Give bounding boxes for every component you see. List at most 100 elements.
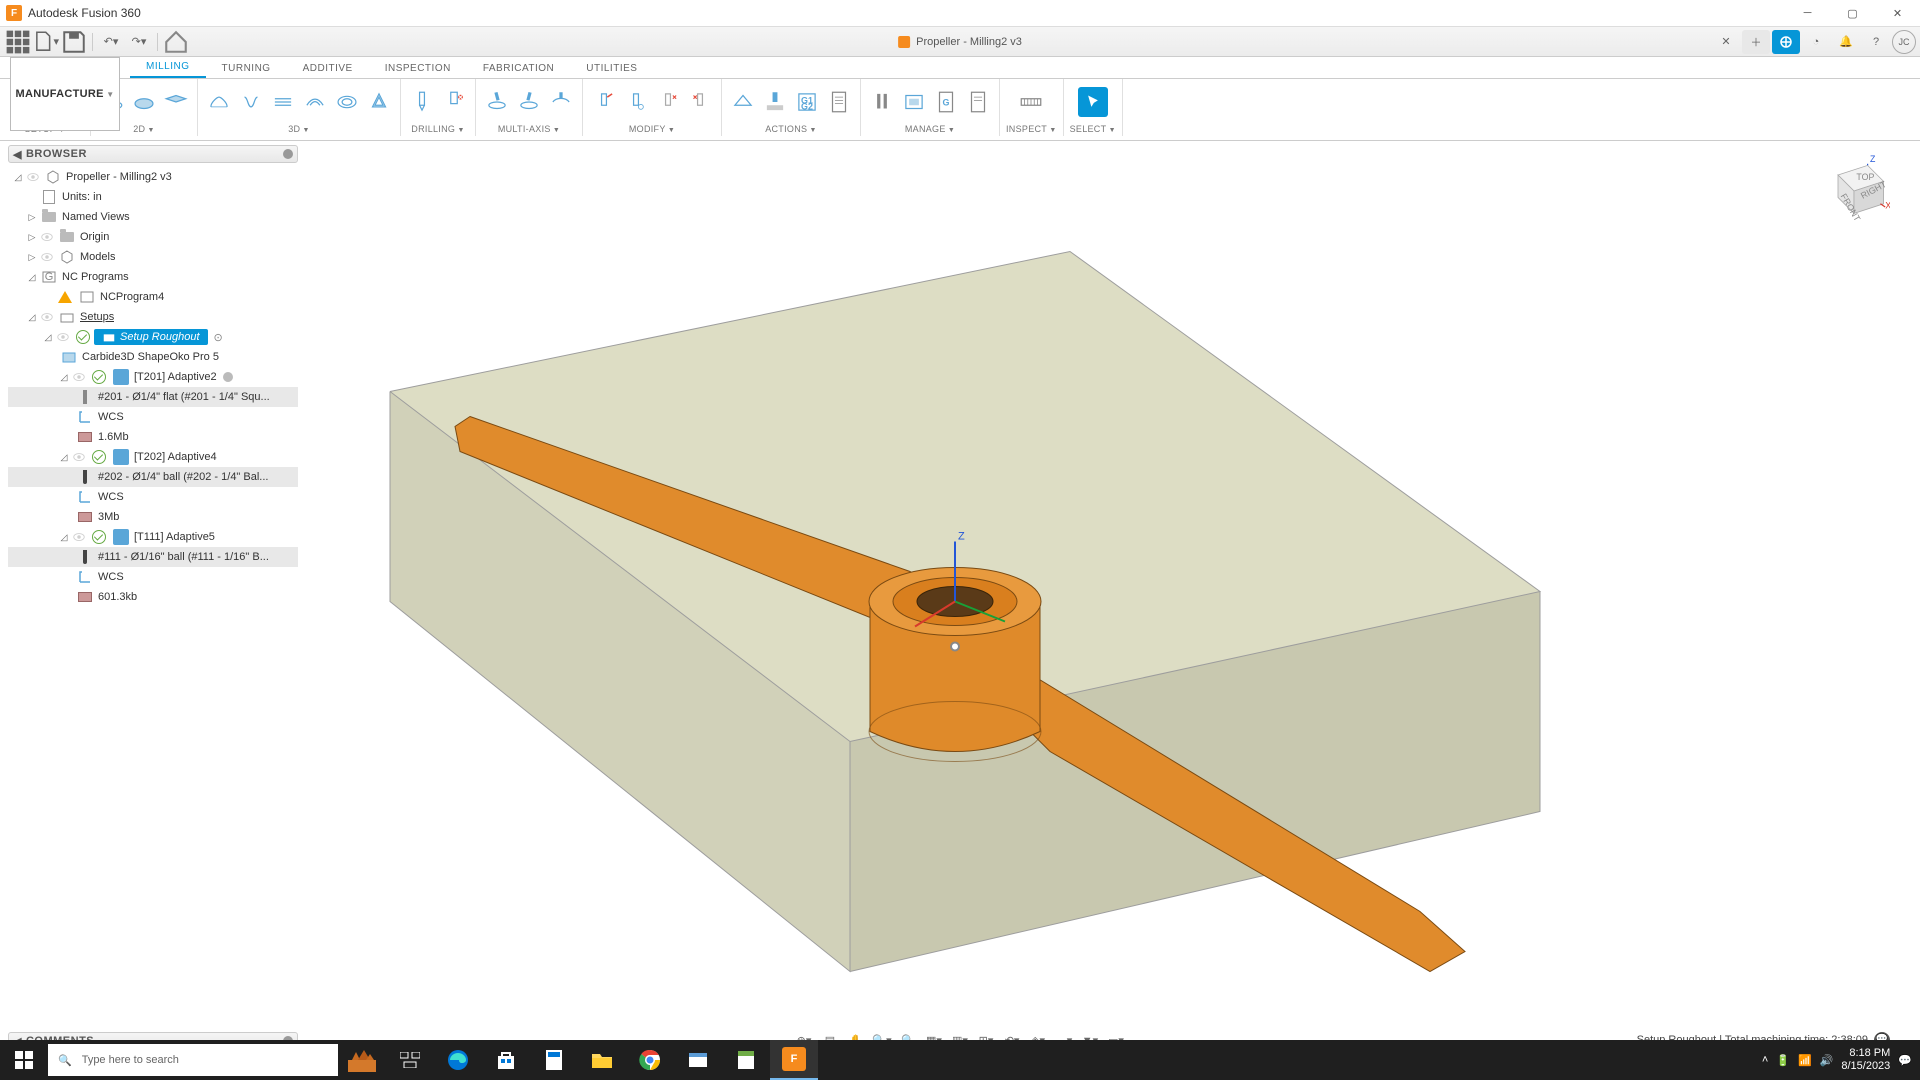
tray-battery-icon[interactable]: 🔋 — [1776, 1054, 1790, 1067]
ribbon-label-drilling[interactable]: DRILLING — [411, 124, 464, 134]
2d-pocket-icon[interactable] — [129, 87, 159, 117]
tab-inspection[interactable]: INSPECTION — [369, 59, 467, 78]
generate-icon[interactable] — [728, 87, 758, 117]
tab-milling[interactable]: MILLING — [130, 57, 206, 78]
taskbar-store[interactable] — [482, 1040, 530, 1080]
drill-icon[interactable] — [407, 87, 437, 117]
3d-adaptive-icon[interactable] — [204, 87, 234, 117]
notifications-button[interactable]: 🔔 — [1832, 30, 1860, 54]
taskbar-weather[interactable] — [338, 1040, 386, 1080]
taskbar-taskview[interactable] — [386, 1040, 434, 1080]
view-cube[interactable]: Z TOP FRONT RIGHT X — [1810, 151, 1890, 231]
multiaxis-flow-icon[interactable] — [546, 87, 576, 117]
new-tab-button[interactable]: ＋ — [1742, 30, 1770, 54]
tree-op3-wcs[interactable]: WCS — [8, 567, 298, 587]
taskbar-edge[interactable] — [434, 1040, 482, 1080]
taskbar-search[interactable]: 🔍Type here to search — [48, 1044, 338, 1076]
tree-root[interactable]: ◿Propeller - Milling2 v3 — [8, 167, 298, 187]
ribbon-label-actions[interactable]: ACTIONS — [765, 124, 817, 134]
select-icon[interactable] — [1078, 87, 1108, 117]
ribbon-label-multiaxis[interactable]: MULTI-AXIS — [498, 124, 560, 134]
2d-face-icon[interactable] — [161, 87, 191, 117]
tree-op2-tool[interactable]: #202 - Ø1/4" ball (#202 - 1/4" Bal... — [8, 467, 298, 487]
tree-named-views[interactable]: ▷Named Views — [8, 207, 298, 227]
profile-button[interactable]: JC — [1892, 30, 1916, 54]
tray-clock[interactable]: 8:18 PM8/15/2023 — [1841, 1047, 1890, 1073]
hole-recognition-icon[interactable] — [439, 87, 469, 117]
tree-op3[interactable]: ◿[T111] Adaptive5 — [8, 527, 298, 547]
tree-op2-wcs[interactable]: WCS — [8, 487, 298, 507]
browser-settings-icon[interactable] — [283, 149, 293, 159]
tree-op3-tool[interactable]: #111 - Ø1/16" ball (#111 - 1/16" B... — [8, 547, 298, 567]
3d-contour-icon[interactable] — [332, 87, 362, 117]
tree-origin[interactable]: ▷Origin — [8, 227, 298, 247]
browser-header[interactable]: ◀BROWSER — [8, 145, 298, 163]
task-manager-icon[interactable] — [963, 87, 993, 117]
save-button[interactable] — [61, 29, 87, 55]
redo-button[interactable]: ↷▾ — [126, 29, 152, 55]
tray-volume-icon[interactable]: 🔊 — [1820, 1054, 1834, 1067]
tab-additive[interactable]: ADDITIVE — [287, 59, 369, 78]
modify-toolpath-icon[interactable] — [653, 87, 683, 117]
modify-delete-icon[interactable] — [685, 87, 715, 117]
modify-tool-icon[interactable] — [589, 87, 619, 117]
tree-units[interactable]: Units: in — [8, 187, 298, 207]
3d-ramp-icon[interactable] — [364, 87, 394, 117]
ribbon-label-select[interactable]: SELECT — [1070, 124, 1116, 134]
taskbar-calculator[interactable] — [530, 1040, 578, 1080]
tree-op3-size[interactable]: 601.3kb — [8, 587, 298, 607]
tab-turning[interactable]: TURNING — [206, 59, 287, 78]
job-status-button[interactable]: ◔ — [1802, 30, 1830, 54]
tree-setups[interactable]: ◿Setups — [8, 307, 298, 327]
ribbon-label-3d[interactable]: 3D — [288, 124, 310, 134]
multiaxis-contour-icon[interactable] — [514, 87, 544, 117]
close-button[interactable]: ✕ — [1875, 0, 1920, 27]
tree-machine[interactable]: Carbide3D ShapeOko Pro 5 — [8, 347, 298, 367]
tree-op2[interactable]: ◿[T202] Adaptive4 — [8, 447, 298, 467]
system-tray[interactable]: ˄ 🔋 📶 🔊 8:18 PM8/15/2023 💬 — [1762, 1047, 1920, 1073]
tree-models[interactable]: ▷Models — [8, 247, 298, 267]
tree-op2-size[interactable]: 3Mb — [8, 507, 298, 527]
tree-ncprogram4[interactable]: NCProgram4 — [8, 287, 298, 307]
home-button[interactable] — [163, 29, 189, 55]
taskbar-app2[interactable] — [722, 1040, 770, 1080]
taskbar-explorer[interactable] — [578, 1040, 626, 1080]
minimize-button[interactable]: ─ — [1785, 0, 1830, 27]
tray-chevron-icon[interactable]: ˄ — [1762, 1054, 1768, 1066]
data-panel-button[interactable] — [5, 29, 31, 55]
setup-sheet-icon[interactable] — [824, 87, 854, 117]
ribbon-label-modify[interactable]: MODIFY — [629, 124, 675, 134]
tray-notifications-icon[interactable]: 💬 — [1898, 1054, 1912, 1067]
workspace-selector[interactable]: MANUFACTURE — [10, 57, 120, 131]
simulate-icon[interactable] — [760, 87, 790, 117]
taskbar-app1[interactable] — [674, 1040, 722, 1080]
tree-op1-wcs[interactable]: WCS — [8, 407, 298, 427]
post-process-icon[interactable]: G1G2 — [792, 87, 822, 117]
taskbar-chrome[interactable] — [626, 1040, 674, 1080]
tree-op1[interactable]: ◿[T201] Adaptive2 — [8, 367, 298, 387]
ribbon-label-manage[interactable]: MANAGE — [905, 124, 955, 134]
ribbon-label-2d[interactable]: 2D — [133, 124, 155, 134]
tree-setup-roughout[interactable]: ◿Setup Roughout⊙ — [8, 327, 298, 347]
measure-icon[interactable] — [1016, 87, 1046, 117]
start-button[interactable] — [0, 1040, 48, 1080]
extensions-button[interactable] — [1772, 30, 1800, 54]
3d-horizontal-icon[interactable] — [268, 87, 298, 117]
3d-parallel-icon[interactable] — [300, 87, 330, 117]
maximize-button[interactable]: ▢ — [1830, 0, 1875, 27]
close-doc-button[interactable]: ✕ — [1712, 30, 1740, 54]
taskbar-fusion[interactable]: F — [770, 1040, 818, 1080]
multiaxis-swarf-icon[interactable] — [482, 87, 512, 117]
undo-button[interactable]: ↶▾ — [98, 29, 124, 55]
tree-op1-tool[interactable]: #201 - Ø1/4" flat (#201 - 1/4" Squ... — [8, 387, 298, 407]
tree-nc-programs[interactable]: ◿GNC Programs — [8, 267, 298, 287]
tray-wifi-icon[interactable]: 📶 — [1798, 1054, 1812, 1067]
machine-library-icon[interactable] — [899, 87, 929, 117]
tree-op1-size[interactable]: 1.6Mb — [8, 427, 298, 447]
ribbon-label-inspect[interactable]: INSPECT — [1006, 124, 1057, 134]
tool-library-icon[interactable] — [867, 87, 897, 117]
file-menu-button[interactable]: ▾ — [33, 29, 59, 55]
tab-utilities[interactable]: UTILITIES — [570, 59, 653, 78]
help-button[interactable]: ? — [1862, 30, 1890, 54]
tab-fabrication[interactable]: FABRICATION — [467, 59, 570, 78]
